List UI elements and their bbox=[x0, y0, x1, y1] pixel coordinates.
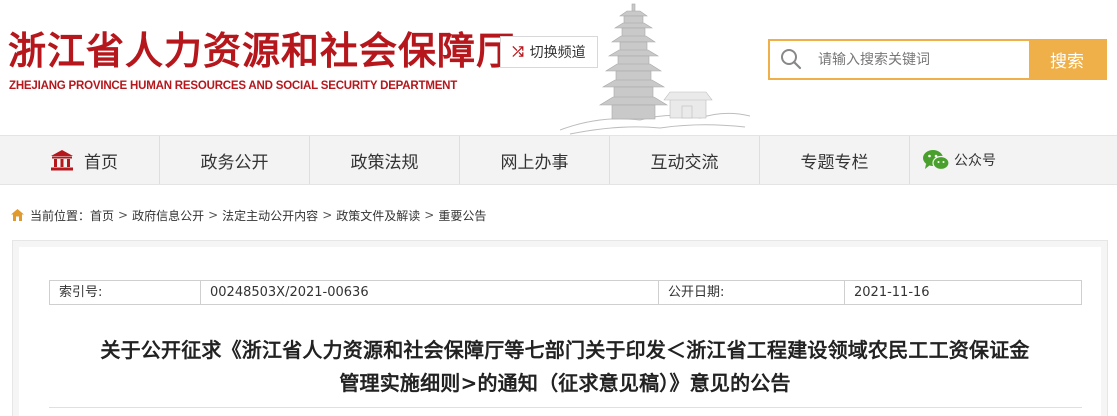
wechat-icon bbox=[923, 150, 950, 171]
index-label: 索引号: bbox=[59, 285, 103, 300]
document-title-line-2: 管理实施细则>的通知（征求意见稿）》意见的公告 bbox=[339, 371, 791, 395]
publish-date-label: 公开日期: bbox=[658, 281, 844, 304]
breadcrumb-link-statutory[interactable]: 法定主动公开内容 bbox=[222, 207, 318, 224]
nav-item-special-topics[interactable]: 专题专栏 bbox=[759, 136, 909, 184]
site-title-cn[interactable]: 浙江省人力资源和社会保障厅 bbox=[8, 20, 515, 75]
breadcrumb-link-announcements[interactable]: 重要公告 bbox=[438, 207, 486, 224]
nav-item-wechat[interactable]: 公众号 bbox=[909, 136, 1109, 184]
nav-item-label: 公众号 bbox=[954, 153, 996, 169]
nav-item-government-affairs[interactable]: 政务公开 bbox=[159, 136, 309, 184]
site-header: 浙江省人力资源和社会保障厅 ZHEJIANG PROVINCE HUMAN RE… bbox=[0, 0, 1117, 135]
nav-item-label: 网上办事 bbox=[500, 152, 569, 173]
home-icon bbox=[51, 150, 73, 171]
search-button[interactable]: 搜索 bbox=[1029, 41, 1105, 78]
pagoda-illustration bbox=[560, 3, 750, 135]
nav-item-label: 首页 bbox=[84, 152, 118, 173]
breadcrumb-separator: > bbox=[322, 208, 333, 222]
nav-item-home[interactable]: 首页 bbox=[9, 136, 159, 184]
search-input[interactable] bbox=[818, 41, 1028, 78]
breadcrumb-link-home[interactable]: 首页 bbox=[90, 207, 114, 224]
content-panel: 索引号: 00248503X/2021-00636 公开日期: 2021-11-… bbox=[12, 240, 1108, 416]
search-box: 搜索 bbox=[768, 39, 1107, 80]
nav-item-label: 互动交流 bbox=[650, 152, 719, 173]
title-divider bbox=[49, 407, 1082, 408]
nav-item-label: 政策法规 bbox=[350, 152, 419, 173]
document-title: 关于公开征求《浙江省人力资源和社会保障厅等七部门关于印发＜浙江省工程建设领域农民… bbox=[45, 334, 1085, 400]
document-title-line-1: 关于公开征求《浙江省人力资源和社会保障厅等七部门关于印发＜浙江省工程建设领域农民… bbox=[100, 338, 1030, 362]
nav-item-interaction[interactable]: 互动交流 bbox=[609, 136, 759, 184]
breadcrumb-link-gov-info[interactable]: 政府信息公开 bbox=[132, 207, 204, 224]
breadcrumb-separator: > bbox=[118, 208, 129, 222]
nav-item-label: 政务公开 bbox=[200, 152, 269, 173]
breadcrumb-separator: > bbox=[424, 208, 435, 222]
index-value: 00248503X/2021-00636 bbox=[200, 281, 658, 304]
main-nav: 首页 政务公开 政策法规 网上办事 互动交流 专题专栏 公众号 bbox=[0, 135, 1117, 185]
nav-item-online-services[interactable]: 网上办事 bbox=[459, 136, 609, 184]
breadcrumb-link-policy-docs[interactable]: 政策文件及解读 bbox=[336, 207, 420, 224]
search-icon[interactable] bbox=[780, 48, 802, 70]
breadcrumb-separator: > bbox=[208, 208, 219, 222]
location-home-icon bbox=[11, 209, 24, 221]
shuffle-icon: ⤮ bbox=[512, 44, 524, 60]
breadcrumb-prefix: 当前位置： bbox=[30, 208, 91, 223]
nav-item-policies[interactable]: 政策法规 bbox=[309, 136, 459, 184]
nav-item-label: 专题专栏 bbox=[800, 152, 869, 173]
breadcrumb: 当前位置： 首页 > 政府信息公开 > 法定主动公开内容 > 政策文件及解读 >… bbox=[10, 206, 486, 224]
document-meta-table: 索引号: 00248503X/2021-00636 公开日期: 2021-11-… bbox=[49, 280, 1082, 305]
site-title-en: ZHEJIANG PROVINCE HUMAN RESOURCES AND SO… bbox=[9, 80, 458, 92]
publish-date-value: 2021-11-16 bbox=[844, 281, 1081, 304]
article-container: 索引号: 00248503X/2021-00636 公开日期: 2021-11-… bbox=[19, 247, 1101, 416]
